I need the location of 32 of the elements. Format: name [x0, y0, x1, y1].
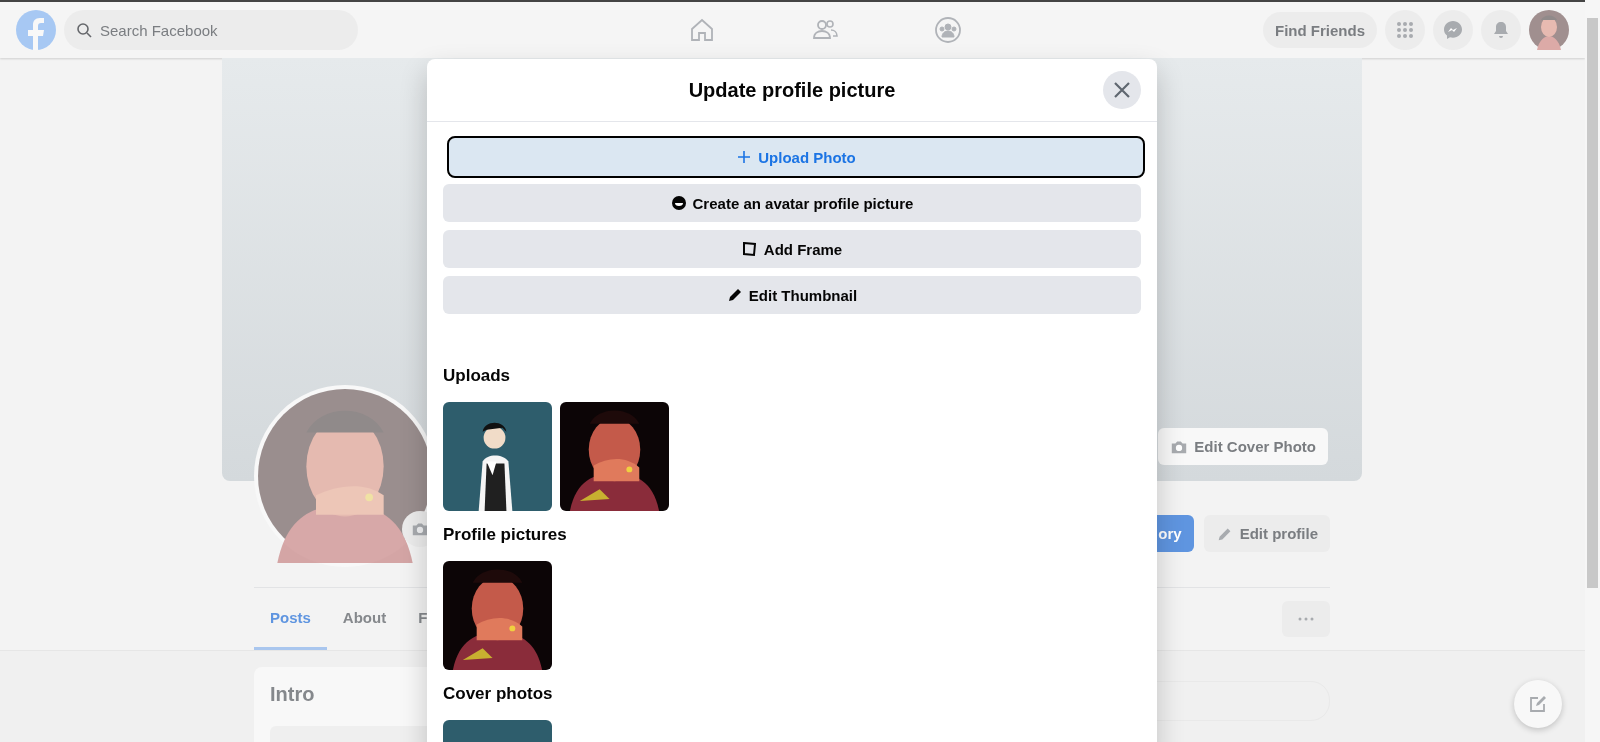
- notifications-button[interactable]: [1481, 10, 1521, 50]
- more-icon: [1298, 617, 1314, 621]
- profile-tab[interactable]: F: [402, 588, 444, 650]
- section-heading: Profile pictures: [443, 525, 568, 545]
- close-button[interactable]: [1103, 71, 1141, 109]
- more-button[interactable]: [1282, 601, 1330, 637]
- section-heading: Uploads: [443, 366, 512, 386]
- dialog-title: Update profile picture: [688, 78, 896, 102]
- section-heading: Cover photos: [443, 684, 554, 704]
- search-field[interactable]: Search Facebook: [64, 10, 358, 50]
- frame-icon: [741, 241, 758, 257]
- edit-profile-button[interactable]: Edit profile: [1203, 515, 1330, 552]
- menu-button[interactable]: [1385, 10, 1425, 50]
- add-frame-button[interactable]: Add Frame: [443, 230, 1141, 268]
- logo-icon[interactable]: [16, 10, 56, 50]
- plus-icon: [736, 149, 753, 165]
- intro-heading: Intro: [270, 683, 315, 706]
- grid-icon: [1395, 20, 1415, 40]
- edit-thumbnail-button[interactable]: Edit Thumbnail: [443, 276, 1141, 314]
- messenger-icon: [1443, 20, 1463, 40]
- upload-photo-button[interactable]: Upload Photo: [449, 138, 1143, 176]
- messenger-button[interactable]: [1433, 10, 1473, 50]
- pencil-icon: [726, 287, 743, 303]
- edit-cover-button[interactable]: Edit Cover Photo: [1158, 428, 1328, 465]
- bell-icon: [1491, 20, 1511, 40]
- find-friends-button[interactable]: Find Friends: [1263, 12, 1377, 48]
- compose-icon: [1528, 694, 1548, 714]
- close-icon: [1112, 80, 1132, 100]
- groups-icon[interactable]: [933, 16, 962, 44]
- create-avatar-button[interactable]: Create an avatar profile picture: [443, 184, 1141, 222]
- avatar-icon: [670, 195, 687, 211]
- profile-tab[interactable]: About: [326, 588, 403, 650]
